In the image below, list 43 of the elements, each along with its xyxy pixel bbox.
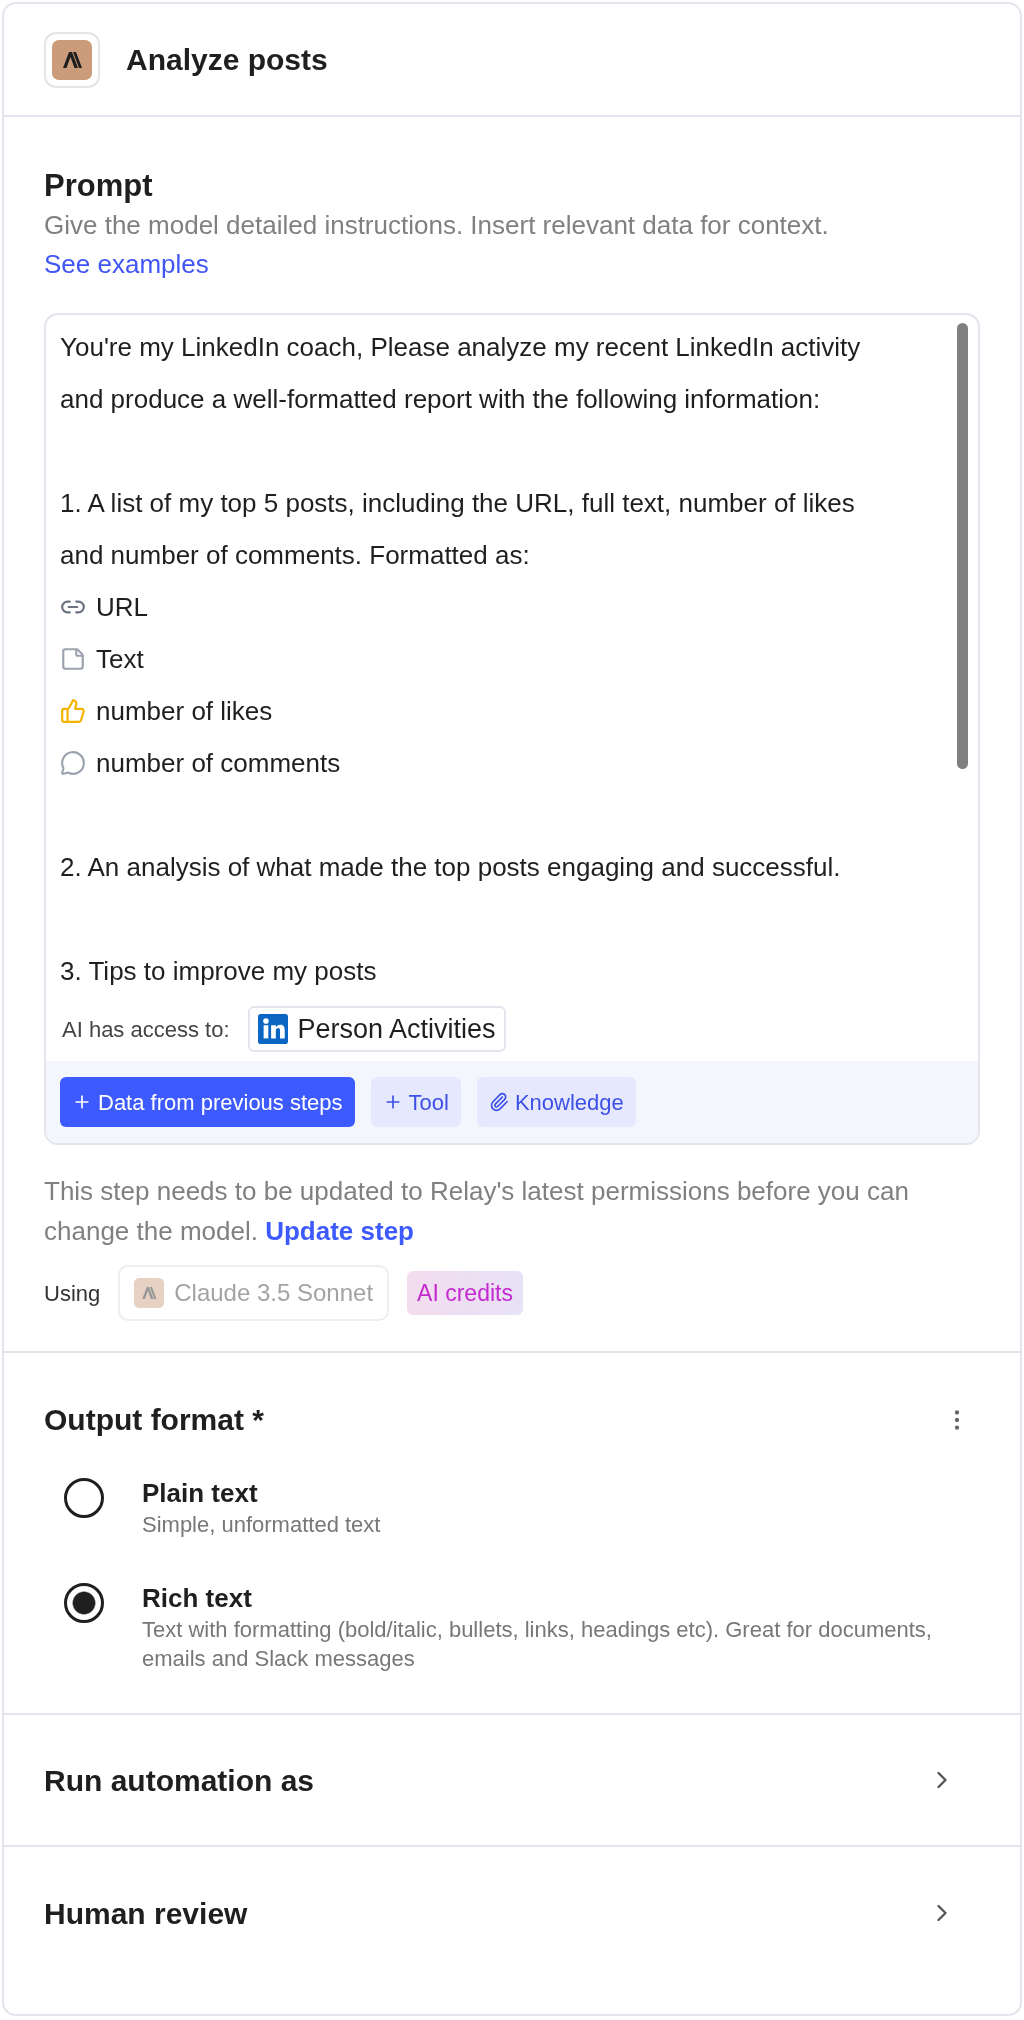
model-name: Claude 3.5 Sonnet [174, 1278, 374, 1308]
radio-button[interactable] [64, 1478, 104, 1518]
see-examples-link[interactable]: See examples [44, 245, 209, 283]
option-description: Text with formatting (bold/italic, bullets, links, headings etc). Great for documents, emails and Slack messages [142, 1616, 932, 1673]
thumbs-up-icon [60, 698, 86, 724]
logo-icon [52, 39, 92, 80]
collapsible-section[interactable]: Run automation as [4, 1715, 1020, 1847]
speech-bubble-icon [60, 750, 86, 776]
ai-credits-badge: AI credits [407, 1271, 523, 1315]
notepad-icon [60, 646, 86, 672]
tool-button[interactable]: Tool [370, 1077, 461, 1127]
using-label: Using [44, 1279, 101, 1308]
option-label: Plain text [142, 1477, 259, 1510]
option-label: Rich text [142, 1582, 253, 1615]
prompt-title: Prompt [44, 167, 154, 205]
prompt-line: number of comments [96, 746, 341, 780]
permission-notice: This step needs to be updated to Relay's latest permissions before you can change the model. Update step [44, 1175, 910, 1248]
paperclip-icon [488, 1092, 509, 1112]
prompt-line: Text [96, 642, 144, 676]
prompt-description: Give the model detailed instructions. Insert relevant data for context. [44, 209, 830, 242]
prompt-line: 3. Tips to improve my posts [60, 954, 377, 988]
collapsible-section[interactable]: Human review [4, 1847, 1020, 1979]
prompt-line: 2. An analysis of what made the top posts engaging and successful. [60, 850, 841, 884]
radio-button[interactable] [64, 1583, 104, 1623]
option-description: Simple, unformatted text [142, 1511, 381, 1539]
access-chip[interactable]: Person Activities [247, 1006, 506, 1052]
logo-icon [134, 1278, 165, 1308]
insert-data-button[interactable]: Data from previous steps [60, 1077, 355, 1127]
prompt-line: number of likes [96, 694, 273, 728]
prompt-line: You're my LinkedIn coach, Please analyze my recent LinkedIn activity [60, 330, 861, 364]
format-option[interactable]: Plain text Simple, unformatted text [44, 1476, 980, 1539]
prompt-line: and produce a well-formatted report with the following information: [60, 382, 821, 416]
prompt-editor[interactable] [44, 313, 980, 1145]
prompt-line: 1. A list of my top 5 posts, including the URL, full text, number of likes [60, 486, 855, 520]
step-title: Analyze posts [126, 42, 328, 78]
update-step-link[interactable]: Update step [265, 1216, 414, 1246]
linkedin-logo-icon [257, 1014, 288, 1044]
prompt-line: URL [96, 590, 148, 624]
format-option[interactable]: Rich text Text with formatting (bold/italic, bullets, links, headings etc). Great for documents, emails and Slack messages [44, 1581, 980, 1673]
prompt-line: and number of comments. Formatted as: [60, 538, 530, 572]
output-format-title: Output format * [44, 1402, 264, 1438]
access-label: AI has access to: [62, 1015, 230, 1044]
knowledge-button[interactable]: Knowledge [476, 1077, 636, 1127]
